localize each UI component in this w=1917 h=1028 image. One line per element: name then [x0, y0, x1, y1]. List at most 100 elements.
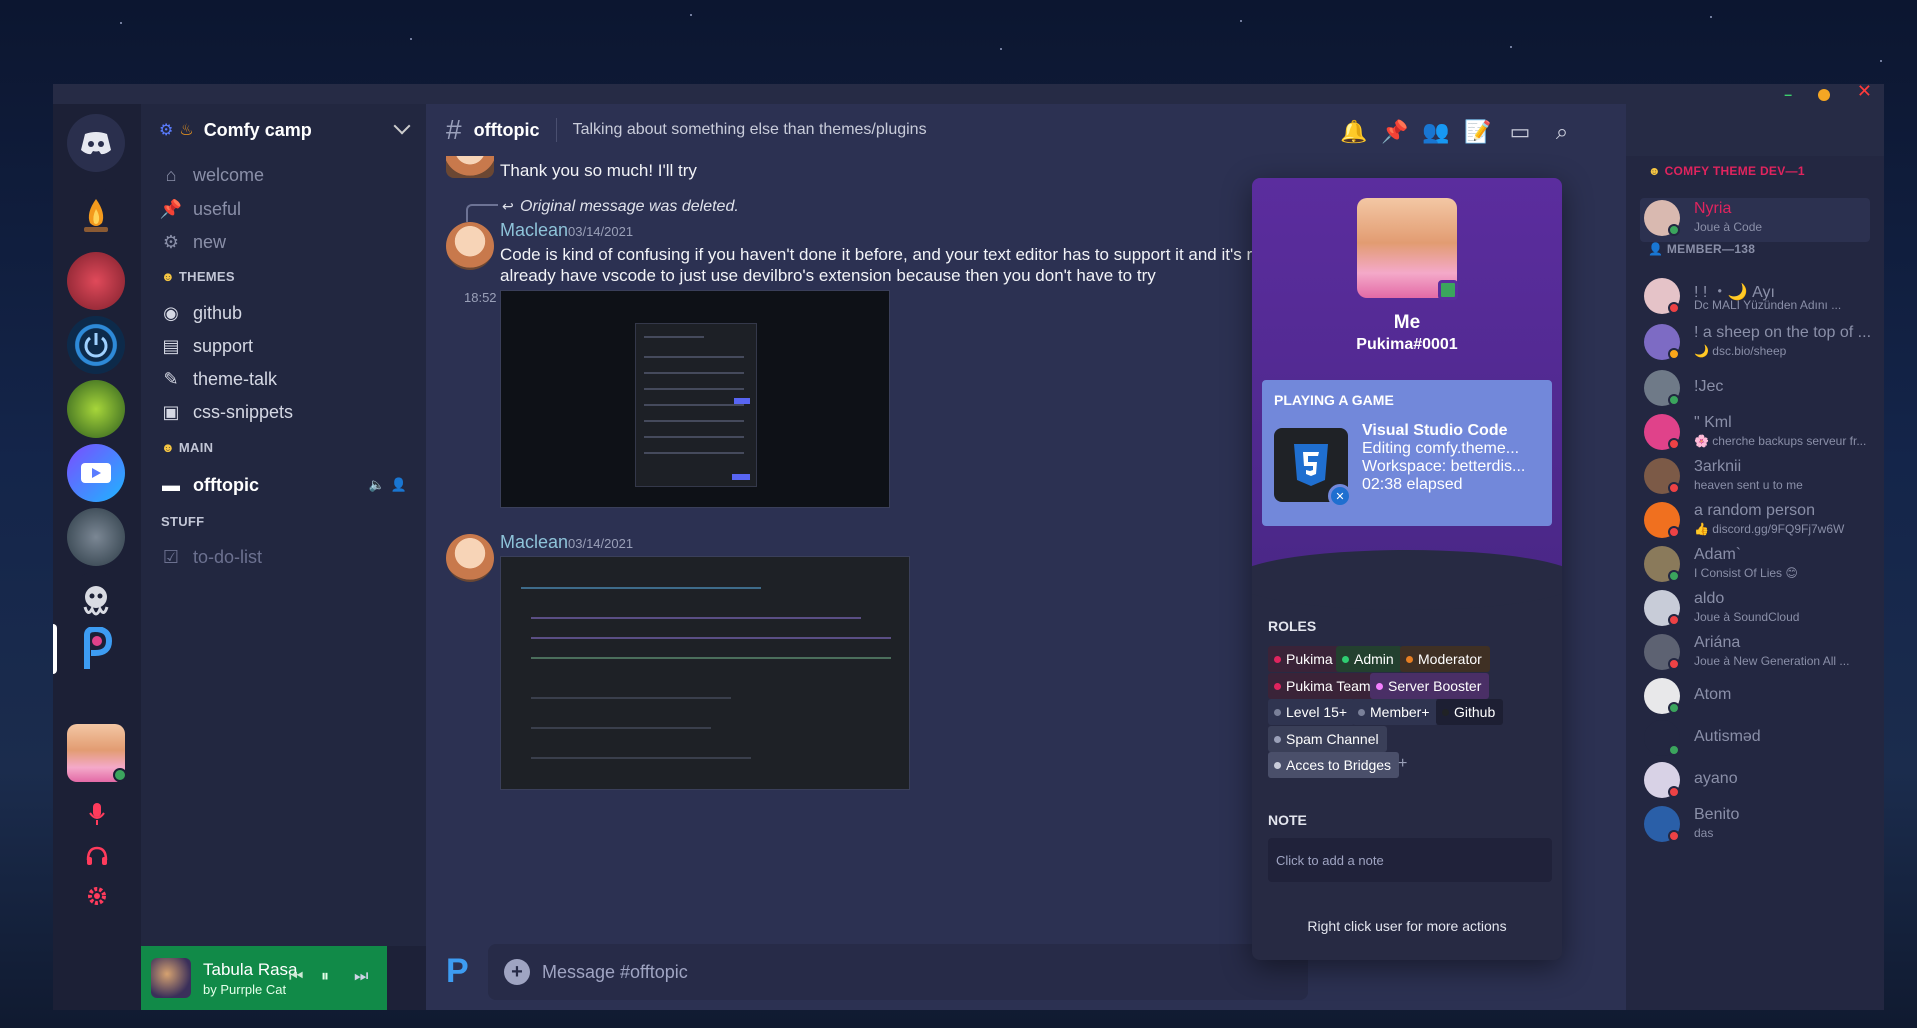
pin-icon[interactable]: 📌: [1381, 118, 1409, 146]
member-name: Autisməd: [1694, 728, 1761, 745]
microphone-icon[interactable]: [81, 800, 113, 828]
add-attachment-icon[interactable]: +: [504, 959, 530, 985]
member-item[interactable]: ! a sheep on the top of ... 🌙 dsc.bio/she…: [1640, 322, 1871, 366]
category-themes[interactable]: ☻ THEMES: [161, 269, 235, 284]
member-status-dot: [1668, 744, 1680, 756]
category-stuff[interactable]: STUFF: [161, 514, 204, 529]
member-status-dot: [1668, 438, 1680, 450]
role-pill[interactable]: Level 15+: [1268, 699, 1356, 725]
minimize-button[interactable]: –: [1784, 87, 1792, 101]
channel-github[interactable]: ◉ github: [159, 296, 411, 330]
message-input[interactable]: [542, 961, 1102, 983]
member-name: aldo: [1694, 590, 1725, 607]
inbox-icon[interactable]: ▭: [1506, 118, 1534, 146]
gear-icon: ⚙: [162, 231, 180, 252]
member-activity: Joue à SoundCloud: [1694, 610, 1800, 624]
member-item[interactable]: ayano: [1640, 760, 1870, 804]
add-role-button[interactable]: +: [1398, 755, 1407, 773]
member-item[interactable]: Atom: [1640, 676, 1870, 720]
profile-tag[interactable]: Pukima#0001: [1252, 336, 1562, 354]
close-button[interactable]: ✕: [1857, 84, 1872, 100]
member-name: " Kml: [1694, 414, 1732, 431]
app-window: – ✕ ⚙ ♨ Comfy camp ⌂ welcome 📌 useful ⚙ …: [53, 84, 1884, 1010]
server-icon-green[interactable]: [67, 380, 125, 438]
headphones-icon[interactable]: [81, 842, 113, 870]
member-item[interactable]: a random person 👍 discord.gg/9FQ9Fj7w6W: [1640, 500, 1870, 544]
comfy-p-logo-icon[interactable]: P: [446, 952, 469, 991]
role-pill[interactable]: Server Booster: [1370, 673, 1490, 699]
member-item[interactable]: Adam` I Consist Of Lies 😊: [1640, 544, 1870, 588]
add-member-icon[interactable]: 👤: [391, 477, 407, 493]
message-author[interactable]: Maclean: [500, 220, 568, 241]
server-icon-red[interactable]: [67, 252, 125, 310]
member-item[interactable]: Autisməd: [1640, 718, 1870, 762]
member-status-dot: [1668, 702, 1680, 714]
server-icon-campfire[interactable]: [67, 188, 125, 246]
now-playing[interactable]: Tabula Rasa by Purrple Cat ⏮ ⏸: [141, 946, 387, 1010]
server-icon-power[interactable]: [67, 316, 125, 374]
avatar[interactable]: [446, 534, 494, 582]
member-name: 3arknii: [1694, 458, 1742, 475]
member-item[interactable]: ! ! ・🌙 Ayı Dc MALI Yüzünden Adını ...: [1640, 276, 1870, 320]
server-icon-media[interactable]: [67, 444, 125, 502]
reply-connector: [466, 204, 498, 222]
notes-icon[interactable]: 📝: [1464, 118, 1492, 146]
members-icon[interactable]: 👥: [1422, 118, 1450, 146]
avatar[interactable]: [446, 222, 494, 270]
bell-icon[interactable]: 🔔: [1340, 118, 1368, 146]
note-input[interactable]: [1268, 838, 1552, 882]
role-pill[interactable]: Acces to Bridges: [1268, 752, 1400, 778]
popout-footer: Right click user for more actions: [1307, 918, 1507, 934]
category-main[interactable]: ☻ MAIN: [161, 440, 213, 455]
previous-track-icon[interactable]: ⏮: [289, 968, 303, 986]
channel-label: welcome: [193, 164, 265, 185]
member-item[interactable]: !Jec: [1640, 368, 1870, 412]
role-pill[interactable]: Github: [1436, 699, 1504, 725]
role-pill[interactable]: Pukima: [1268, 646, 1341, 672]
server-icon-comfy[interactable]: [67, 620, 125, 678]
next-track-icon[interactable]: ⏭: [354, 968, 368, 986]
role-pill[interactable]: Spam Channel: [1268, 726, 1387, 752]
pause-icon[interactable]: ⏸: [321, 968, 329, 986]
message-author[interactable]: Maclean: [500, 532, 568, 553]
role-pill[interactable]: Pukima Team: [1268, 673, 1379, 699]
image-attachment[interactable]: [500, 556, 910, 790]
maximize-button[interactable]: [1818, 89, 1830, 101]
member-item[interactable]: 3arknii heaven sent u to me: [1640, 456, 1870, 500]
discord-home-button[interactable]: [67, 114, 125, 172]
channel-theme-talk[interactable]: ✎ theme-talk: [159, 362, 411, 396]
channel-label: to-do-list: [193, 546, 263, 567]
member-activity: 👍 discord.gg/9FQ9Fj7w6W: [1694, 522, 1845, 536]
chevron-down-icon[interactable]: [393, 117, 411, 135]
channel-to-do-list[interactable]: ☑ to-do-list: [159, 540, 411, 574]
role-label: Admin: [1354, 651, 1394, 667]
speaker-icon[interactable]: 🔈: [369, 477, 385, 493]
activity-detail: Editing comfy.theme...: [1362, 440, 1520, 457]
channel-new[interactable]: ⚙ new: [159, 225, 411, 259]
channel-useful[interactable]: 📌 useful: [159, 192, 411, 226]
member-item[interactable]: " Kml 🌸 cherche backups serveur fr...: [1640, 412, 1870, 456]
role-color-dot: [1376, 682, 1383, 690]
channel-welcome[interactable]: ⌂ welcome: [159, 158, 411, 192]
member-item[interactable]: aldo Joue à SoundCloud: [1640, 588, 1870, 632]
role-pill[interactable]: Member+: [1352, 699, 1438, 725]
channel-support[interactable]: ▤ support: [159, 329, 411, 363]
member-item[interactable]: Benito das: [1640, 804, 1870, 848]
settings-gear-icon[interactable]: [81, 882, 113, 910]
channel-label: github: [193, 302, 243, 323]
channel-css-snippets[interactable]: ▣ css-snippets: [159, 395, 411, 429]
search-icon[interactable]: ⌕: [1548, 118, 1576, 146]
channel-offtopic[interactable]: ▬ offtopic 🔈 👤: [159, 468, 411, 502]
member-item[interactable]: Ariána Joue à New Generation All ...: [1640, 632, 1870, 676]
role-color-dot: [1274, 735, 1281, 743]
member-status-dot: [1668, 482, 1680, 494]
role-label: Server Booster: [1388, 678, 1482, 694]
member-item[interactable]: Nyria Joue à Code: [1640, 198, 1870, 242]
server-icon-planet[interactable]: [67, 508, 125, 566]
channel-topic[interactable]: Talking about something else than themes…: [573, 121, 927, 139]
server-header[interactable]: ⚙ ♨ Comfy camp: [141, 104, 426, 156]
image-attachment[interactable]: [500, 290, 890, 508]
role-pill[interactable]: Admin: [1336, 646, 1402, 672]
avatar[interactable]: [446, 156, 494, 178]
role-pill[interactable]: Moderator: [1400, 646, 1490, 672]
